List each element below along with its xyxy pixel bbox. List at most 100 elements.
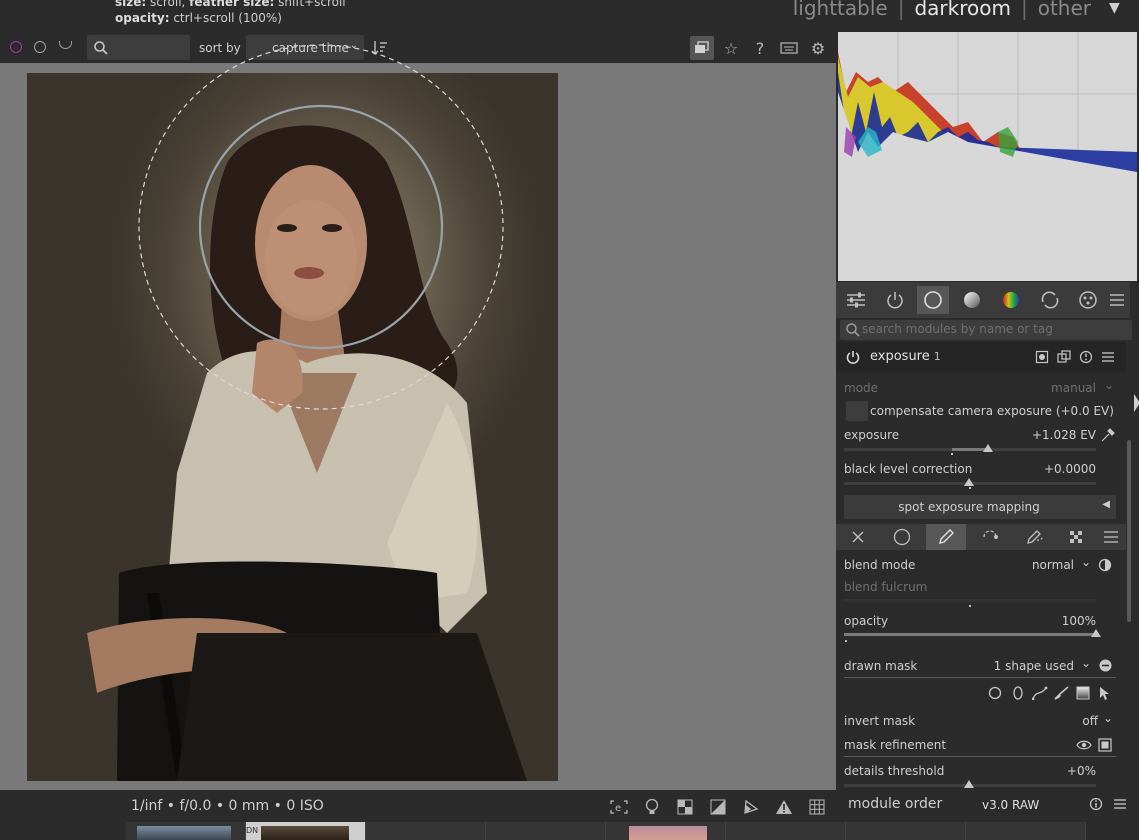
grouping-icon[interactable] [690, 36, 714, 60]
view-other[interactable]: other [1028, 0, 1101, 22]
path-shape-icon[interactable] [1032, 686, 1048, 700]
divider [844, 756, 1116, 757]
compensate-exposure-checkbox[interactable] [846, 401, 868, 421]
module-search-input[interactable]: search modules by name or tag [840, 320, 1132, 340]
ellipse-shape-icon[interactable] [1011, 686, 1025, 700]
collapse-header-icon[interactable]: ▼ [1109, 0, 1125, 22]
black-level-slider-handle[interactable] [964, 478, 974, 486]
module-power-icon[interactable] [846, 350, 860, 364]
details-threshold-value: +0% [1066, 764, 1096, 778]
blend-menu-icon[interactable] [1096, 524, 1126, 550]
menu-icon[interactable] [1104, 286, 1130, 314]
quick-access-icon[interactable] [840, 286, 872, 314]
filmstrip-thumbnail[interactable] [966, 822, 1086, 840]
gradient-shape-icon[interactable] [1076, 686, 1090, 700]
opacity-slider-fill [844, 633, 1096, 636]
drawn-parametric-mask-tab[interactable] [1015, 524, 1055, 550]
thumbnail-image [137, 826, 231, 840]
color-modules-icon[interactable] [995, 286, 1027, 314]
opacity-slider-handle[interactable] [1091, 629, 1101, 637]
reset-icon[interactable] [1079, 350, 1093, 364]
raster-mask-tab[interactable] [1056, 524, 1096, 550]
gamut-check-icon[interactable] [741, 797, 761, 817]
presets-menu-icon[interactable] [1101, 350, 1115, 364]
brush-shape-icon[interactable] [1054, 686, 1070, 700]
softproof-icon[interactable] [708, 797, 728, 817]
guides-icon[interactable] [807, 797, 827, 817]
parametric-mask-tab[interactable] [971, 524, 1011, 550]
thumbnail-image [261, 826, 349, 840]
color-picker-icon[interactable] [1100, 427, 1116, 443]
module-name: exposure [870, 349, 930, 364]
exposure-slider-handle[interactable] [982, 444, 993, 452]
multi-instance-icon[interactable] [1057, 350, 1071, 364]
gear-icon[interactable]: ⚙ [806, 36, 830, 60]
chevron-down-icon: ⌄ [1102, 711, 1113, 725]
filmstrip-thumbnail[interactable] [846, 822, 966, 840]
warning-icon[interactable] [774, 797, 794, 817]
exposure-value: +1.028 EV [1031, 428, 1096, 442]
focus-peaking-icon[interactable]: e [609, 797, 629, 817]
filmstrip-thumbnail[interactable] [486, 822, 606, 840]
blend-mode-select[interactable]: normal [1000, 558, 1074, 572]
drawn-mask-label: drawn mask [844, 659, 918, 673]
reject-circle-icon[interactable] [10, 41, 22, 53]
module-order-value[interactable]: v3.0 RAW [982, 798, 1039, 812]
remove-shape-icon[interactable] [1099, 659, 1112, 672]
blend-fulcrum-slider[interactable] [844, 599, 1096, 602]
thumbnail-image [629, 826, 707, 840]
effect-modules-icon[interactable] [1072, 286, 1104, 314]
histogram[interactable] [838, 32, 1137, 281]
correct-modules-icon[interactable] [1034, 286, 1066, 314]
collapse-right-panel-icon[interactable] [1134, 394, 1139, 412]
spot-exposure-mapping-label: spot exposure mapping [898, 500, 1040, 514]
lightbulb-icon[interactable] [642, 797, 662, 817]
sort-order-icon[interactable] [368, 36, 392, 60]
base-modules-icon[interactable] [917, 286, 949, 314]
right-panel-scrollbar[interactable] [1127, 440, 1131, 622]
blend-off-tab[interactable] [838, 524, 878, 550]
color-assessment-icon[interactable] [675, 797, 695, 817]
main-image[interactable] [27, 73, 558, 781]
thumbnail-format-label: DN [246, 826, 259, 835]
sort-by-select[interactable]: capture time ⌄ [246, 35, 364, 60]
uniform-blend-tab[interactable] [882, 524, 922, 550]
menu-icon[interactable] [1113, 797, 1127, 811]
filmstrip-thumbnail[interactable] [366, 822, 486, 840]
view-separator: | [1020, 0, 1028, 20]
help-icon[interactable]: ? [748, 36, 772, 60]
drawn-mask-tab[interactable] [926, 524, 966, 550]
info-icon[interactable] [1089, 797, 1103, 811]
star-icon[interactable]: ☆ [719, 36, 743, 60]
invert-mask-select[interactable]: off [1040, 714, 1098, 728]
sort-by-label: sort by [199, 41, 241, 55]
keyboard-icon[interactable] [777, 36, 801, 60]
spot-exposure-mapping-button[interactable]: spot exposure mapping ◀ [844, 495, 1116, 519]
mask-indicator-icon[interactable] [1035, 350, 1049, 364]
collection-search-input[interactable] [87, 35, 190, 60]
svg-text:e: e [615, 803, 621, 814]
sort-by-value: capture time [272, 41, 349, 55]
portrait-photo [87, 125, 527, 781]
histogram-graph [838, 32, 1137, 281]
mask-display-icon[interactable] [1098, 738, 1112, 752]
eye-icon[interactable] [1076, 739, 1092, 751]
blend-reverse-icon[interactable] [1098, 558, 1112, 572]
tone-modules-icon[interactable] [956, 286, 988, 314]
view-darkroom[interactable]: darkroom [904, 0, 1021, 22]
edit-shapes-icon[interactable] [1097, 685, 1113, 701]
chevron-down-icon: ⌄ [349, 40, 358, 51]
slider-default-tick [969, 605, 971, 607]
drawn-mask-shapes[interactable]: 1 shape used [970, 659, 1074, 673]
rating-circle-icon[interactable] [34, 41, 46, 53]
circle-shape-icon[interactable] [988, 686, 1002, 700]
mode-select[interactable]: manual [1040, 381, 1096, 395]
exposure-label: exposure [844, 428, 900, 442]
details-threshold-slider-handle[interactable] [964, 780, 974, 788]
power-icon[interactable] [879, 286, 911, 314]
view-separator: | [897, 0, 905, 20]
module-search-placeholder: search modules by name or tag [862, 322, 1053, 336]
filmstrip-thumbnail[interactable] [726, 822, 846, 840]
view-lighttable[interactable]: lighttable [783, 0, 898, 22]
invert-mask-label: invert mask [844, 714, 916, 728]
